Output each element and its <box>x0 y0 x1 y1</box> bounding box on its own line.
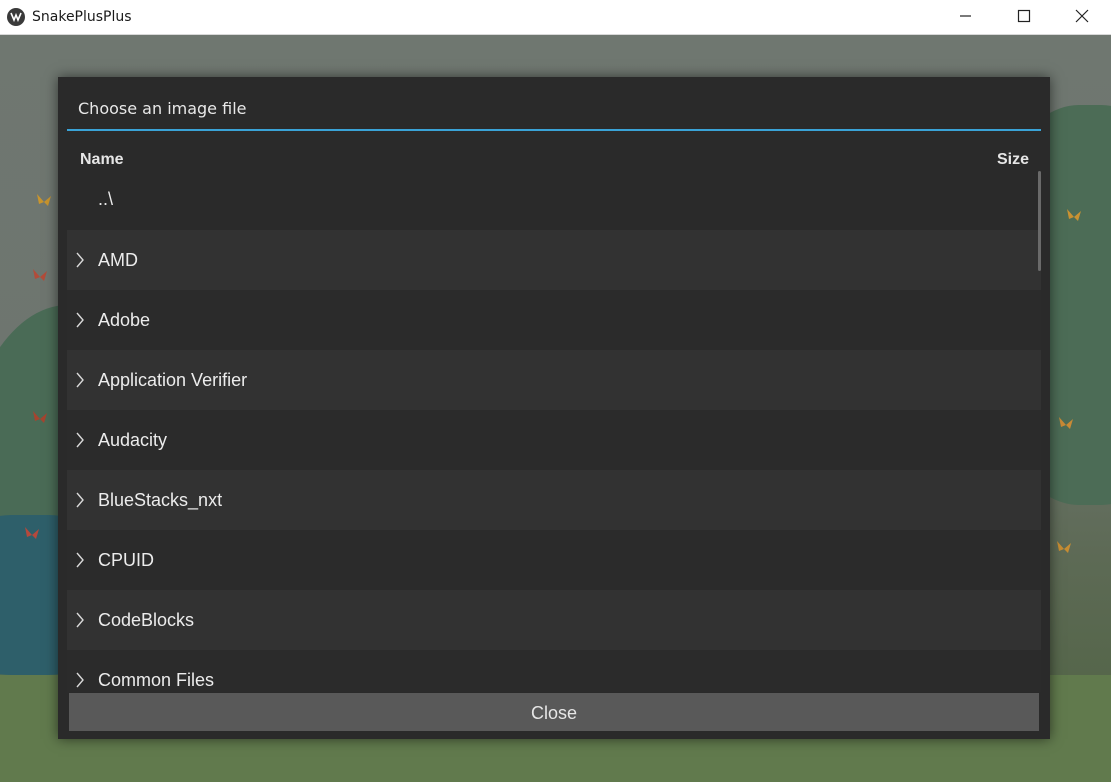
chevron-right-icon <box>76 672 84 688</box>
minimize-button[interactable] <box>937 0 995 33</box>
window-titlebar: SnakePlusPlus <box>0 0 1111 35</box>
butterfly-icon <box>37 194 51 206</box>
list-item-label: CPUID <box>98 550 155 570</box>
maximize-icon <box>1017 9 1031 23</box>
butterfly-icon <box>33 411 47 423</box>
butterfly-icon <box>33 269 47 281</box>
list-item[interactable]: Common Files <box>67 650 1041 692</box>
column-header-name[interactable]: Name <box>80 151 124 169</box>
list-item[interactable]: Audacity <box>67 410 1041 470</box>
minimize-icon <box>960 15 971 17</box>
column-header-size[interactable]: Size <box>997 151 1029 169</box>
chevron-right-icon <box>76 312 84 328</box>
list-item-label: Adobe <box>98 310 151 330</box>
list-item-label: CodeBlocks <box>98 610 195 630</box>
close-icon <box>1075 9 1089 23</box>
list-scrollbar[interactable] <box>1038 171 1041 271</box>
list-item[interactable]: CodeBlocks <box>67 590 1041 650</box>
close-button[interactable]: Close <box>69 693 1039 731</box>
list-item[interactable]: Application Verifier <box>67 350 1041 410</box>
close-window-button[interactable] <box>1053 0 1111 33</box>
chevron-right-icon <box>76 552 84 568</box>
chevron-right-icon <box>76 252 84 268</box>
list-item-label: Application Verifier <box>98 370 248 390</box>
file-chooser-dialog: Choose an image file Name Size ..\ AMD A… <box>58 77 1050 739</box>
butterfly-icon <box>1057 541 1071 553</box>
chevron-right-icon <box>76 432 84 448</box>
window-title: SnakePlusPlus <box>32 9 132 25</box>
list-item-label: Audacity <box>98 430 168 450</box>
list-item[interactable]: CPUID <box>67 530 1041 590</box>
maximize-button[interactable] <box>995 0 1053 33</box>
chevron-right-icon <box>76 492 84 508</box>
dialog-title: Choose an image file <box>78 99 247 118</box>
butterfly-icon <box>1059 417 1073 429</box>
list-item[interactable]: BlueStacks_nxt <box>67 470 1041 530</box>
list-item-label: BlueStacks_nxt <box>98 490 223 510</box>
chevron-right-icon <box>76 612 84 628</box>
chevron-right-icon <box>76 372 84 388</box>
butterfly-icon <box>1067 209 1081 221</box>
list-item[interactable]: Adobe <box>67 290 1041 350</box>
file-list[interactable]: ..\ AMD Adobe Application Verifier Audac… <box>67 169 1041 692</box>
parent-directory-row[interactable]: ..\ <box>67 177 1041 229</box>
title-underline <box>67 129 1041 131</box>
list-item-label: Common Files <box>98 670 215 690</box>
app-logo-icon <box>7 8 25 26</box>
list-item[interactable]: AMD <box>67 230 1041 290</box>
list-item-label: AMD <box>98 250 138 270</box>
butterfly-icon <box>25 527 39 539</box>
parent-directory-label: ..\ <box>98 189 114 209</box>
